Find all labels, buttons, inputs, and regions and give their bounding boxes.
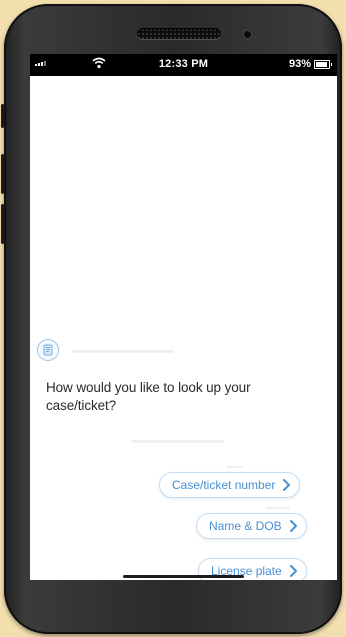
chevron-right-icon xyxy=(289,520,297,532)
faded-placeholder xyxy=(266,507,290,509)
option-case-ticket-number-button[interactable]: Case/ticket number xyxy=(159,472,301,498)
battery-percentage: 93% xyxy=(288,58,311,70)
option-label: Case/ticket number xyxy=(172,478,276,492)
faded-placeholder xyxy=(226,466,244,468)
home-indicator[interactable] xyxy=(123,575,244,578)
option-name-dob-button[interactable]: Name & DOB xyxy=(196,513,307,539)
bot-message: How would you like to look up your case/… xyxy=(46,380,251,413)
volume-up-button xyxy=(1,154,4,194)
volume-down-button xyxy=(1,204,4,244)
chevron-right-icon xyxy=(289,565,297,577)
mute-switch xyxy=(1,104,4,128)
status-bar: 12:33 PM 93% xyxy=(30,54,337,76)
earpiece-speaker xyxy=(137,28,221,39)
bot-avatar-icon xyxy=(37,339,59,361)
chevron-right-icon xyxy=(283,479,291,491)
faded-placeholder xyxy=(132,440,224,443)
front-camera xyxy=(244,31,251,38)
option-label: Name & DOB xyxy=(209,519,282,533)
phone-frame: 12:33 PM 93% How would you like to look … xyxy=(1,4,342,634)
phone-screen: 12:33 PM 93% How would you like to look … xyxy=(30,54,337,580)
faded-placeholder xyxy=(72,350,174,353)
battery-icon xyxy=(314,60,332,69)
